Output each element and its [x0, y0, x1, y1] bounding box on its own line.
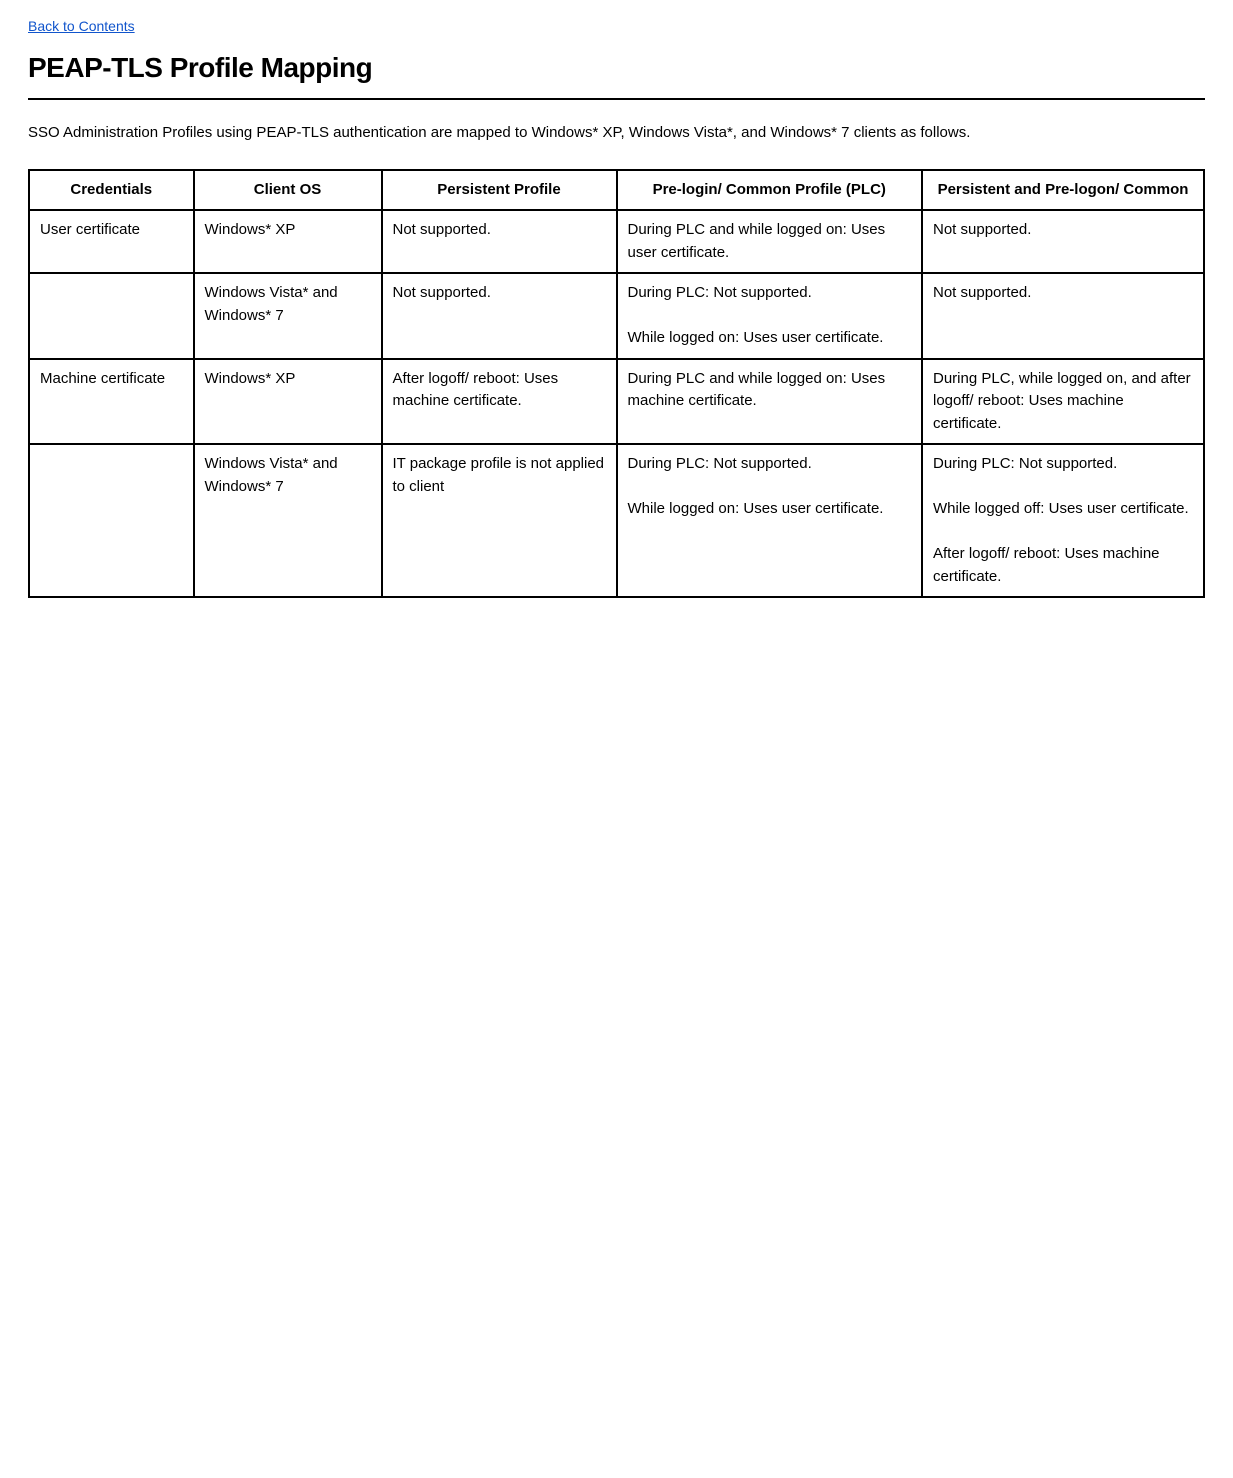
back-to-contents-link[interactable]: Back to Contents [28, 18, 1205, 34]
peap-tls-table: Credentials Client OS Persistent Profile… [28, 169, 1205, 599]
cell-credentials [29, 273, 194, 359]
page-title: PEAP-TLS Profile Mapping [28, 52, 1205, 84]
intro-paragraph: SSO Administration Profiles using PEAP-T… [28, 122, 1205, 145]
cell-client-os: Windows Vista* and Windows* 7 [194, 273, 382, 359]
table-header-row: Credentials Client OS Persistent Profile… [29, 170, 1204, 211]
cell-persistent-prelogon: During PLC: Not supported.While logged o… [922, 444, 1204, 597]
cell-prelogin: During PLC and while logged on: Uses use… [617, 210, 923, 273]
cell-prelogin: During PLC: Not supported.While logged o… [617, 444, 923, 597]
cell-client-os: Windows Vista* and Windows* 7 [194, 444, 382, 597]
cell-client-os: Windows* XP [194, 210, 382, 273]
cell-persistent-prelogon: Not supported. [922, 273, 1204, 359]
cell-persistent-profile: Not supported. [382, 273, 617, 359]
cell-credentials: Machine certificate [29, 359, 194, 445]
table-row: Windows Vista* and Windows* 7Not support… [29, 273, 1204, 359]
cell-client-os: Windows* XP [194, 359, 382, 445]
header-persistent-profile: Persistent Profile [382, 170, 617, 211]
cell-persistent-profile: IT package profile is not applied to cli… [382, 444, 617, 597]
cell-persistent-prelogon: During PLC, while logged on, and after l… [922, 359, 1204, 445]
cell-persistent-prelogon: Not supported. [922, 210, 1204, 273]
section-divider [28, 98, 1205, 100]
header-credentials: Credentials [29, 170, 194, 211]
cell-credentials: User certificate [29, 210, 194, 273]
table-row: Windows Vista* and Windows* 7IT package … [29, 444, 1204, 597]
table-row: Machine certificateWindows* XPAfter logo… [29, 359, 1204, 445]
header-persistent-prelogon: Persistent and Pre-logon/ Common [922, 170, 1204, 211]
header-client-os: Client OS [194, 170, 382, 211]
cell-prelogin: During PLC and while logged on: Uses mac… [617, 359, 923, 445]
cell-credentials [29, 444, 194, 597]
cell-prelogin: During PLC: Not supported.While logged o… [617, 273, 923, 359]
header-prelogin: Pre-login/ Common Profile (PLC) [617, 170, 923, 211]
cell-persistent-profile: After logoff/ reboot: Uses machine certi… [382, 359, 617, 445]
cell-persistent-profile: Not supported. [382, 210, 617, 273]
table-row: User certificateWindows* XPNot supported… [29, 210, 1204, 273]
